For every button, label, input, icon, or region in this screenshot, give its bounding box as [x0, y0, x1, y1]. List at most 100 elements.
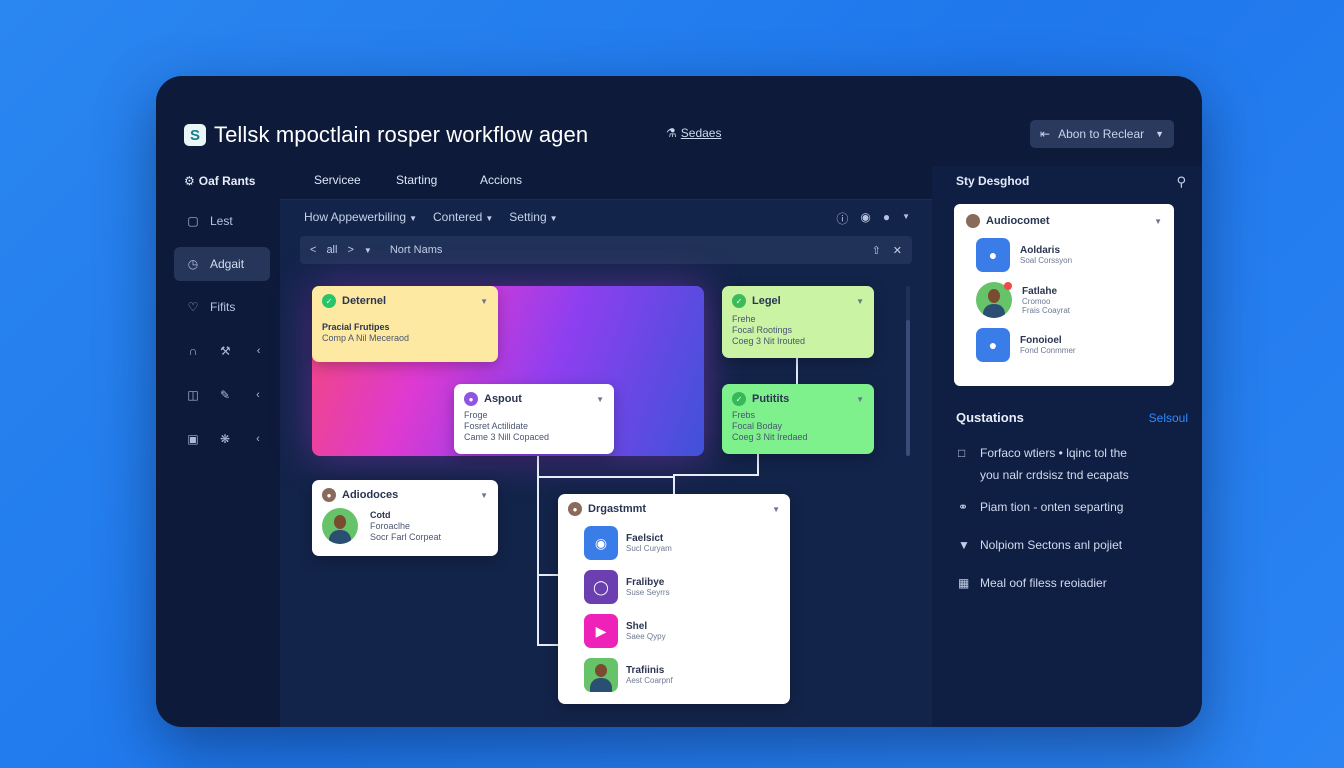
row-sub: Cromoo — [1022, 296, 1051, 306]
current-view[interactable]: all — [326, 244, 337, 256]
question-item[interactable]: ▦ Meal oof filess reoiadier — [958, 572, 1107, 594]
sidebar-row-3[interactable]: ▣ ❋ ‹ — [174, 422, 270, 456]
list-item[interactable]: Trafiinis Aest Coarpnf — [584, 658, 780, 692]
questions-link[interactable]: Selsoul — [1149, 411, 1188, 425]
grid-icon: ▦ — [958, 576, 970, 590]
person-icon — [584, 658, 618, 692]
scrollbar-thumb[interactable] — [906, 320, 910, 456]
workflow-card-drgastmmt[interactable]: ● Drgastmmt ▼ ◉ Faelsict Sucl Curyam ◯ F… — [558, 494, 790, 704]
card-header: ● Aspout ▼ — [464, 392, 604, 406]
chevron-down-icon: ▼ — [409, 214, 417, 223]
row-sub: Suse Seyrrs — [626, 588, 670, 597]
list-item[interactable]: ● Aoldaris Soal Corssyon — [976, 238, 1162, 272]
heart-icon: ♡ — [187, 300, 199, 314]
question-item[interactable]: ▼ Nolpiom Sectons anl pojiet — [958, 534, 1122, 556]
row-sub: Saee Qypy — [626, 632, 666, 641]
workflow-card-adiodoces[interactable]: ● Adiodoces ▼ Cotd Foroaclhe Socr Farl C… — [312, 480, 498, 556]
top-dropdown[interactable]: ⇤ Abon to Reclear ▼ — [1030, 120, 1174, 148]
chevron-down-icon[interactable]: ▼ — [596, 395, 604, 404]
play-icon: ▶ — [584, 614, 618, 648]
series-link[interactable]: ⚗ Sedaes — [666, 126, 721, 140]
person-icon: ● — [976, 328, 1010, 362]
left-sidebar: ⚙ Oaf Rants ▢ Lest ◷ Adgait ♡ Fifits ∩ ⚒… — [156, 166, 280, 727]
sidebar-item-fifits[interactable]: ♡ Fifits — [174, 290, 270, 324]
tab-accions[interactable]: Accions — [480, 173, 522, 187]
filter-dropdown-3[interactable]: Setting ▼ — [509, 210, 557, 224]
settings-icon: ❋ — [220, 432, 231, 446]
workflow-card-aspout[interactable]: ● Aspout ▼ Froge Fosret Actilidate Came … — [454, 384, 614, 454]
info-icon[interactable]: ⓘ — [836, 210, 848, 227]
chevron-down-icon[interactable]: ▼ — [856, 297, 864, 306]
list-item[interactable]: ▶ Shel Saee Qypy — [584, 614, 780, 648]
list-item[interactable]: ◯ Fralibye Suse Seyrrs — [584, 570, 780, 604]
check-icon: ✓ — [732, 294, 746, 308]
tab-starting[interactable]: Starting — [396, 173, 437, 187]
sidebar-item-lest[interactable]: ▢ Lest — [174, 204, 270, 238]
app-header: S Tellsk mpoctlain rosper workflow agen — [184, 122, 588, 148]
card-header: ● Adiodoces ▼ — [322, 488, 488, 502]
chevron-left-icon[interactable]: ‹ — [256, 433, 260, 445]
list-item[interactable]: ● Fonoioel Fond Conmmer — [976, 328, 1162, 362]
back-button[interactable]: < — [310, 244, 316, 256]
close-icon[interactable]: ✕ — [893, 244, 902, 257]
path-bar: < all > ▼ Nort Nams ⇧ ✕ — [300, 236, 912, 264]
card-line: Coeg 3 Nit Iredaed — [732, 432, 808, 442]
tab-servicee[interactable]: Servicee — [314, 173, 361, 187]
filter-dropdown-1[interactable]: How Appewerbiling ▼ — [304, 210, 417, 224]
row-sub: Soal Corssyon — [1020, 256, 1073, 265]
right-panel: Sty Desghod ⚲ Audiocomet ▼ ● Aoldaris So… — [932, 166, 1202, 727]
workflow-card-legel[interactable]: ✓ Legel ▼ Frehe Focal Rootings Coeg 3 Ni… — [722, 286, 874, 358]
search-icon[interactable]: ⚲ — [1176, 174, 1186, 190]
sidebar-row-2[interactable]: ◫ ✎ ‹ — [174, 378, 270, 412]
check-icon: ✓ — [322, 294, 336, 308]
card-title: Putitits — [752, 393, 790, 405]
list-item[interactable]: Fatlahe Cromoo Frais Coayrat — [976, 282, 1162, 318]
link-icon: ⚗ — [666, 126, 677, 140]
chevron-left-icon[interactable]: ‹ — [257, 345, 261, 357]
chevron-down-icon[interactable]: ▼ — [772, 505, 780, 514]
sidebar-item-adgait[interactable]: ◷ Adgait — [174, 247, 270, 281]
sidebar-section-label: Oaf Rants — [198, 174, 256, 188]
question-line: you nalr crdsisz tnd ecapats — [980, 468, 1129, 482]
workflow-card-deternel[interactable]: ✓ Deternel ▼ Pracial Frutipes Comp A Nil… — [312, 286, 498, 362]
workflow-panel: How Appewerbiling ▼ Contered ▼ Setting ▼ ⓘ … — [280, 200, 932, 727]
card-line: Focal Rootings — [732, 325, 793, 335]
question-text: Forfaco wtiers • lqinc tol the you nalr … — [980, 442, 1129, 486]
chevron-down-icon: ▼ — [549, 214, 558, 223]
card-line: Coeg 3 Nit Irouted — [732, 336, 806, 346]
globe-icon[interactable]: ● — [883, 210, 890, 227]
target-icon[interactable]: ◉ — [860, 210, 870, 227]
row-title: Fonoioel — [1020, 335, 1062, 346]
connector — [537, 644, 559, 646]
tablet-icon: ◫ — [187, 388, 199, 402]
shield-icon: ◯ — [584, 570, 618, 604]
connector — [537, 476, 673, 478]
row-text: Fatlahe Cromoo Frais Coayrat — [1022, 286, 1070, 315]
chevron-left-icon[interactable]: ‹ — [256, 389, 260, 401]
chevron-down-icon[interactable]: ▼ — [364, 246, 372, 255]
card-title: Legel — [752, 295, 781, 307]
right-panel-title: Sty Desghod — [956, 174, 1030, 188]
arrow-left-icon: ⇤ — [1040, 127, 1051, 141]
card-text: Cotd Foroaclhe Socr Farl Corpeat — [370, 510, 441, 543]
forward-button[interactable]: > — [347, 244, 353, 256]
chevron-down-icon[interactable]: ▼ — [856, 395, 864, 404]
filter-dropdown-2[interactable]: Contered ▼ — [433, 210, 493, 224]
share-icon[interactable]: ⇧ — [872, 244, 881, 257]
chevron-down-icon[interactable]: ▼ — [902, 210, 910, 227]
list-item[interactable]: ◉ Faelsict Sucl Curyam — [584, 526, 780, 560]
row-text: Fonoioel Fond Conmmer — [1020, 335, 1076, 355]
chevron-down-icon[interactable]: ▼ — [1154, 217, 1162, 226]
card-header: ✓ Putitits ▼ — [732, 392, 864, 406]
chevron-down-icon[interactable]: ▼ — [480, 297, 488, 306]
chevron-down-icon[interactable]: ▼ — [480, 491, 488, 500]
question-item[interactable]: □ Forfaco wtiers • lqinc tol the you nal… — [958, 442, 1129, 486]
question-item[interactable]: ⚭ Piam tion - onten separting — [958, 496, 1123, 518]
sidebar-row-1[interactable]: ∩ ⚒ ‹ — [174, 334, 270, 368]
workflow-card-putitits[interactable]: ✓ Putitits ▼ Frebs Focal Boday Coeg 3 Ni… — [722, 384, 874, 454]
sidebar-section-title: ⚙ Oaf Rants — [184, 174, 255, 188]
card-line: Pracial Frutipes — [322, 322, 390, 332]
top-dropdown-label: Abon to Reclear — [1058, 127, 1145, 141]
connector — [673, 474, 675, 494]
card-line: Frebs — [732, 410, 756, 420]
